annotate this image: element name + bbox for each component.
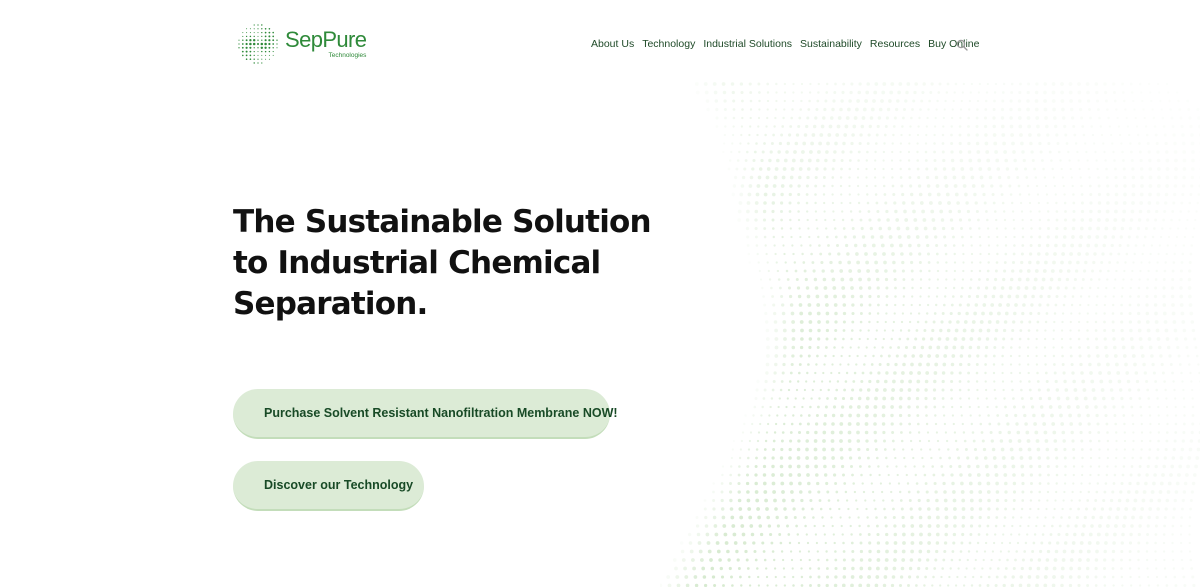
nav-item-buy-online[interactable]: Buy Online xyxy=(928,38,979,50)
hero-title: The Sustainable Solution to Industrial C… xyxy=(233,202,673,325)
search-icon[interactable] xyxy=(956,39,968,51)
dot-wave-background xyxy=(660,82,1200,587)
hero-title-line: The Sustainable Solution xyxy=(233,204,652,240)
nav-item-sustainability[interactable]: Sustainability xyxy=(800,38,862,50)
brand-logo[interactable]: SepPure Technologies xyxy=(236,20,376,68)
logo-name: SepPure xyxy=(285,26,367,52)
logo-mark-icon xyxy=(238,24,278,64)
hero-title-line: to Industrial Chemical xyxy=(233,245,601,281)
site-header: SepPure Technologies About Us Technology… xyxy=(0,0,1200,88)
nav-item-technology[interactable]: Technology xyxy=(642,38,695,50)
nav-item-about-us[interactable]: About Us xyxy=(591,38,634,50)
hero-title-line: Separation. xyxy=(233,286,428,322)
discover-technology-button[interactable]: Discover our Technology xyxy=(233,461,424,511)
main-nav: About Us Technology Industrial Solutions… xyxy=(591,38,980,50)
logo-subtitle: Technologies xyxy=(328,51,367,59)
nav-item-industrial-solutions[interactable]: Industrial Solutions xyxy=(703,38,792,50)
purchase-membrane-button[interactable]: Purchase Solvent Resistant Nanofiltratio… xyxy=(233,389,618,439)
logo-text: SepPure Technologies xyxy=(285,26,367,60)
nav-item-resources[interactable]: Resources xyxy=(870,38,920,50)
